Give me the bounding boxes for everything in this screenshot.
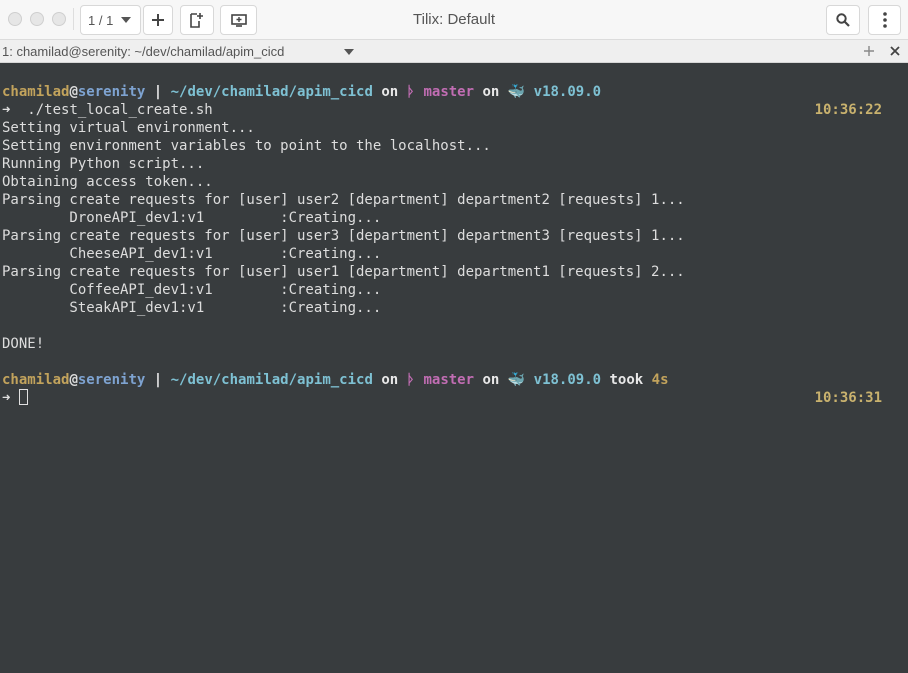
- output-line: DroneAPI_dev1:v1 :Creating...: [2, 210, 382, 226]
- docker-icon: 🐳: [507, 372, 526, 388]
- took-duration: 4s: [651, 372, 669, 388]
- maximize-terminal-icon[interactable]: [864, 46, 874, 56]
- prompt-on: on: [372, 84, 407, 100]
- output-line: Parsing create requests for [user] user3…: [2, 228, 685, 244]
- prompt-arrow-icon: ➜: [2, 102, 11, 118]
- prompt-user: chamilad: [2, 372, 70, 388]
- prompt-at: @: [69, 372, 78, 388]
- output-line: CheeseAPI_dev1:v1 :Creating...: [2, 246, 382, 262]
- took-label: took: [601, 372, 652, 388]
- output-line: Parsing create requests for [user] user2…: [2, 192, 685, 208]
- prompt-host: serenity: [77, 84, 146, 100]
- add-session-button[interactable]: [143, 5, 173, 35]
- output-line: Setting virtual environment...: [2, 120, 255, 136]
- prompt-user: chamilad: [2, 84, 70, 100]
- prompt-on: on: [474, 84, 508, 100]
- output-line: Parsing create requests for [user] user1…: [2, 264, 685, 280]
- search-button[interactable]: [826, 5, 860, 35]
- prompt-path: ~/dev/chamilad/apim_cicd: [170, 372, 373, 388]
- window-minimize-button[interactable]: [30, 12, 44, 26]
- output-line: Setting environment variables to point t…: [2, 138, 491, 154]
- prompt-on: on: [372, 372, 407, 388]
- docker-icon: 🐳: [507, 84, 526, 100]
- git-branch: master: [423, 372, 475, 388]
- document-add-icon: [190, 13, 203, 28]
- output-line: DONE!: [2, 336, 45, 352]
- output-line: CoffeeAPI_dev1:v1 :Creating...: [2, 282, 382, 298]
- menu-button[interactable]: [868, 5, 901, 35]
- git-branch-icon: ᚦ: [406, 372, 416, 388]
- prompt-arrow-icon: ➜: [2, 390, 11, 406]
- git-branch-icon: ᚦ: [406, 84, 416, 100]
- terminal-view[interactable]: chamilad@serenity | ~/dev/chamilad/apim_…: [0, 63, 908, 673]
- window-close-button[interactable]: [8, 12, 22, 26]
- chevron-down-icon: [121, 17, 132, 23]
- prompt-separator: |: [145, 372, 171, 388]
- prompt-host: serenity: [77, 372, 146, 388]
- prompt-separator: |: [145, 84, 171, 100]
- prompt-time: 10:36:31: [814, 390, 882, 406]
- window-add-icon: [230, 14, 247, 27]
- prompt-on: on: [474, 372, 508, 388]
- window-maximize-button[interactable]: [52, 12, 66, 26]
- text-cursor: [18, 389, 28, 405]
- close-terminal-icon[interactable]: [890, 46, 900, 56]
- chevron-down-icon[interactable]: [344, 49, 354, 55]
- toolbar-divider: [73, 8, 74, 30]
- session-switcher-button[interactable]: 1 / 1: [80, 5, 141, 35]
- docker-version: v18.09.0: [533, 372, 602, 388]
- session-counter: 1 / 1: [88, 12, 114, 28]
- git-branch: master: [423, 84, 475, 100]
- prompt-line: chamilad@serenity | ~/dev/chamilad/apim_…: [2, 371, 669, 389]
- search-icon: [836, 13, 850, 27]
- sidebar-button[interactable]: [220, 5, 257, 35]
- prompt-path: ~/dev/chamilad/apim_cicd: [170, 84, 373, 100]
- prompt-time: 10:36:22: [814, 102, 882, 118]
- terminal-title-label[interactable]: 1: chamilad@serenity: ~/dev/chamilad/api…: [2, 44, 284, 59]
- prompt-at: @: [69, 84, 78, 100]
- kebab-menu-icon: [882, 12, 887, 28]
- output-line: Obtaining access token...: [2, 174, 213, 190]
- input-line[interactable]: ➜: [2, 389, 28, 407]
- new-session-button[interactable]: [180, 5, 214, 35]
- prompt-line: chamilad@serenity | ~/dev/chamilad/apim_…: [2, 83, 601, 101]
- output-line: Running Python script...: [2, 156, 205, 172]
- command-line: ➜ ./test_local_create.sh: [2, 101, 213, 119]
- terminal-title-bar: 1: chamilad@serenity: ~/dev/chamilad/api…: [0, 40, 908, 63]
- output-line: SteakAPI_dev1:v1 :Creating...: [2, 300, 382, 316]
- plus-icon: [152, 14, 164, 26]
- docker-version: v18.09.0: [533, 84, 602, 100]
- command-text: ./test_local_create.sh: [27, 102, 213, 118]
- title-bar: 1 / 1 Tilix: Default: [0, 0, 908, 40]
